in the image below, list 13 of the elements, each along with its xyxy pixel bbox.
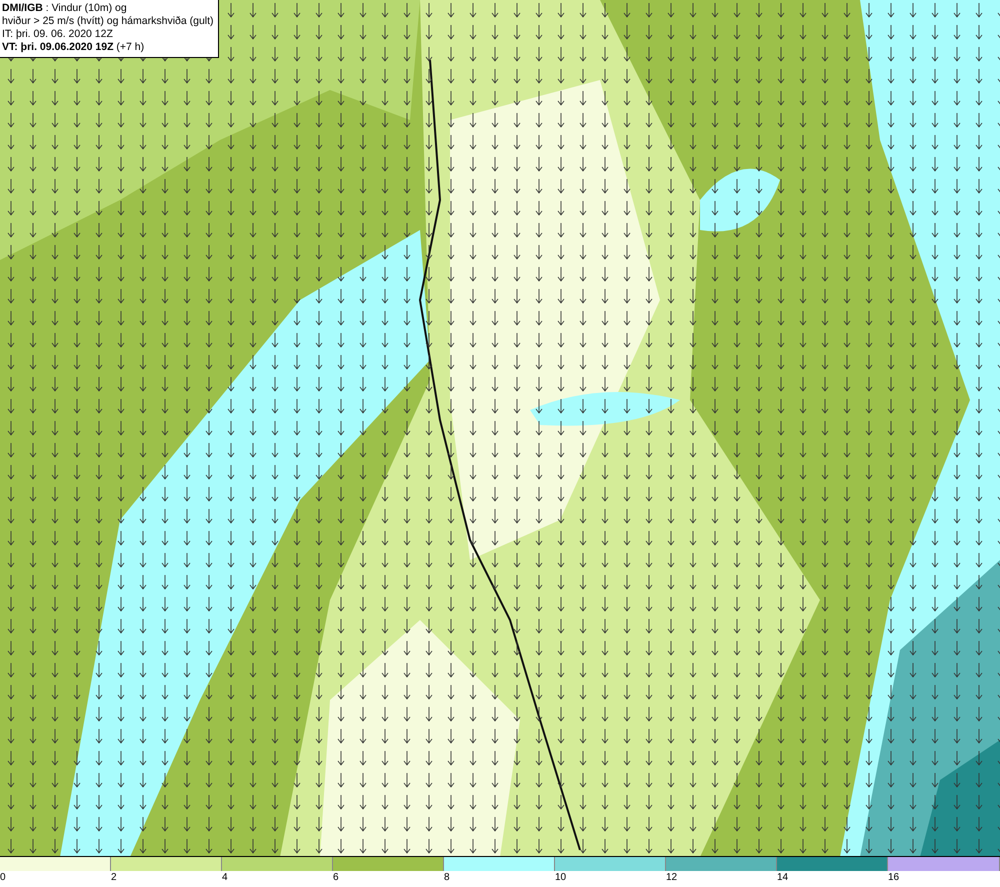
legend-tick-label: 16 [888, 871, 900, 884]
legend-tick-label: 12 [666, 871, 678, 884]
map-title-line: hviður > 25 m/s (hvítt) og hámarkshviða (gult) [2, 15, 214, 28]
legend-tick-label: 10 [555, 871, 566, 884]
legend-tick-label: 6 [333, 871, 339, 884]
legend-tick-label: 2 [111, 871, 117, 884]
legend-tick-label: 0 [0, 871, 6, 884]
legend-tick-label: 8 [444, 871, 450, 884]
legend-tick-label: 4 [222, 871, 228, 884]
legend-tick-label: 14 [777, 871, 788, 884]
map-title-line: DMI/IGB : Vindur (10m) og [2, 2, 128, 15]
map-title-line: VT: þri. 09.06.2020 19Z (+7 h) [2, 41, 146, 54]
map-title-line: IT: þri. 09. 06. 2020 12Z [2, 28, 114, 41]
